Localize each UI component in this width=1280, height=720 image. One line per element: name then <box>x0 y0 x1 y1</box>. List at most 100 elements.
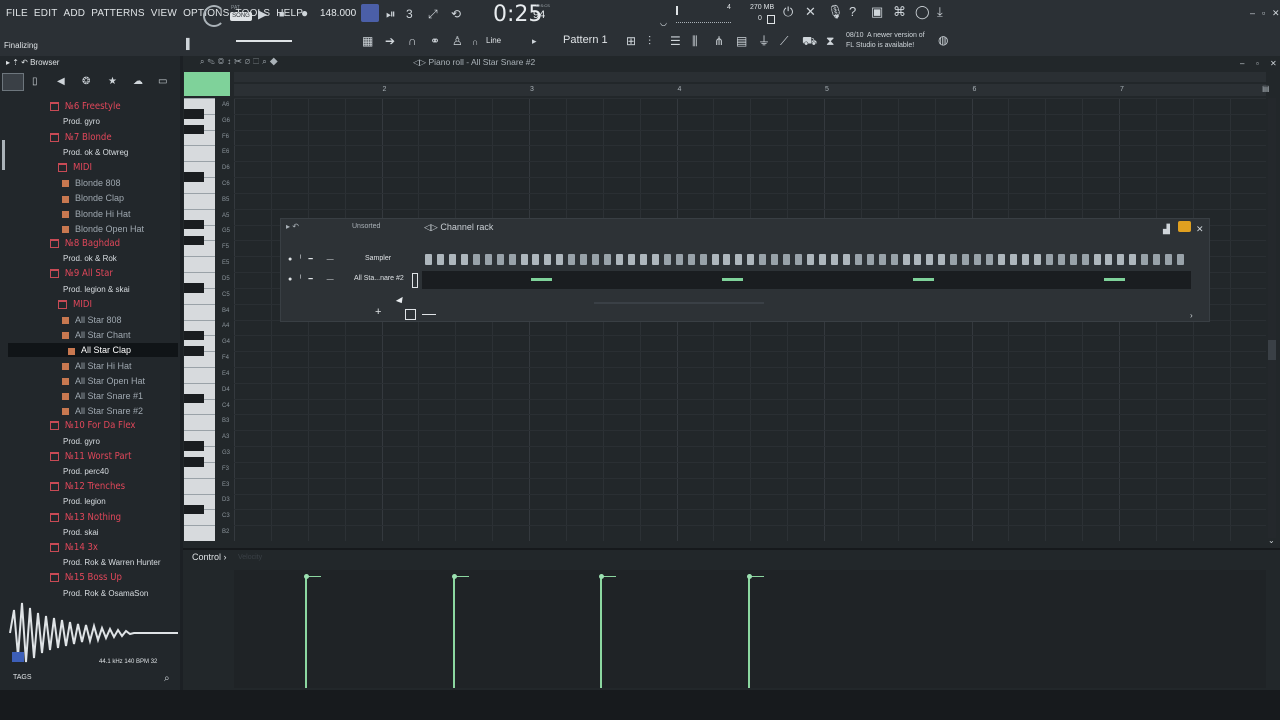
piano-black-key[interactable] <box>184 504 204 515</box>
browser-file[interactable]: All Star Hi Hat <box>62 359 132 373</box>
plugin-icon[interactable]: ⌘ <box>893 5 906 19</box>
metronome-loop-icon[interactable] <box>203 5 225 27</box>
ticket-icon[interactable]: ⧗ <box>826 34 834 48</box>
velocity-lane[interactable] <box>234 570 1266 688</box>
tags-label[interactable]: TAGS <box>13 674 32 681</box>
timeline-menu-icon[interactable]: ▤ <box>1262 84 1270 93</box>
step-button[interactable] <box>592 254 600 265</box>
scroll-down-icon[interactable]: ⌄ <box>1268 534 1275 548</box>
step-button[interactable] <box>1165 254 1173 265</box>
stop-icon[interactable]: ■ <box>279 7 284 21</box>
step-button[interactable] <box>1045 254 1053 265</box>
step-button[interactable] <box>854 254 862 265</box>
step-button[interactable] <box>807 254 814 265</box>
velocity-bar[interactable] <box>305 575 307 688</box>
step-button[interactable] <box>1129 254 1137 265</box>
step-button[interactable] <box>1177 254 1185 265</box>
velocity-bar[interactable] <box>453 575 455 688</box>
list-item-credit[interactable]: Prod. Rok & OsamaSon <box>63 587 148 596</box>
step-button[interactable] <box>711 254 719 265</box>
download-icon[interactable]: ⤓ <box>937 5 943 19</box>
step-button[interactable] <box>520 254 528 265</box>
browser-folder[interactable]: №10 For Da Flex <box>50 419 136 433</box>
step-button[interactable] <box>1069 254 1077 265</box>
step-button[interactable] <box>830 254 838 265</box>
pr-close-icon[interactable]: ✕ <box>1270 57 1277 71</box>
piano-black-key[interactable] <box>184 235 204 246</box>
list-item-credit[interactable]: Prod. skai <box>63 526 99 540</box>
minimize-icon[interactable]: – <box>1250 6 1255 20</box>
panic-icon[interactable]: ✕ <box>805 5 816 19</box>
add-channel-icon[interactable]: + <box>375 306 381 318</box>
wait-icon[interactable]: ⏯ <box>386 7 396 21</box>
step-button[interactable] <box>627 254 635 265</box>
step-button[interactable] <box>460 254 468 265</box>
step-button[interactable] <box>1009 254 1017 265</box>
browser-folder[interactable]: №7 Blonde <box>50 131 112 145</box>
snap-select[interactable]: Line <box>486 36 501 45</box>
step-button[interactable] <box>974 254 982 265</box>
browser-file[interactable]: All Star Open Hat <box>62 374 145 388</box>
browser-file[interactable]: Blonde 808 <box>62 176 121 190</box>
step-button[interactable] <box>425 254 432 265</box>
browser-folder[interactable]: MIDI <box>58 298 92 312</box>
stamp-icon[interactable]: ♙ <box>452 34 463 48</box>
piano-black-key[interactable] <box>184 330 204 341</box>
step-button[interactable] <box>639 254 647 265</box>
piano-black-key[interactable] <box>184 393 204 404</box>
menu-item-file[interactable]: FILE <box>6 8 28 19</box>
step-button[interactable] <box>914 254 922 265</box>
list-item-credit[interactable]: Prod. legion <box>63 495 106 509</box>
step-button[interactable] <box>651 254 659 265</box>
step-button[interactable] <box>818 254 826 265</box>
power-icon[interactable]: ⏻ <box>783 5 793 19</box>
piano-black-key[interactable] <box>184 124 204 135</box>
velocity-bar[interactable] <box>748 575 750 688</box>
help-icon[interactable]: ? <box>849 5 856 19</box>
step-button[interactable] <box>1021 254 1029 265</box>
piano-black-key[interactable] <box>184 172 204 182</box>
piano-black-key[interactable] <box>184 441 204 451</box>
channel-1-controls[interactable]: ●╵━ — <box>288 255 340 263</box>
step-button[interactable] <box>962 254 970 265</box>
close-icon[interactable]: ✕ <box>1272 6 1280 20</box>
microphone-icon[interactable]: 🎙 <box>827 5 844 19</box>
step-button[interactable] <box>1153 254 1161 265</box>
blend-icon[interactable]: ⤢ <box>428 7 438 21</box>
step-button[interactable] <box>1081 254 1089 265</box>
main-pitch-slider[interactable] <box>236 40 292 42</box>
chat-icon[interactable]: ◯ <box>915 5 930 19</box>
step-button[interactable] <box>890 254 898 265</box>
piano-black-key[interactable] <box>184 346 204 356</box>
step-button[interactable] <box>783 254 791 265</box>
browser-file[interactable]: All Star Clap <box>8 343 178 358</box>
brush-icon[interactable]: ⟋ <box>780 34 788 48</box>
browser-folder[interactable]: MIDI <box>58 161 92 175</box>
browser-folder[interactable]: №8 Baghdad <box>50 237 120 251</box>
speaker-icon[interactable]: ◀ <box>57 75 65 89</box>
step-button[interactable] <box>771 254 779 265</box>
master-volume-knob[interactable] <box>676 6 678 15</box>
step-button[interactable] <box>735 254 743 265</box>
channel-2-name[interactable]: All Sta...nare #2 <box>354 275 404 282</box>
browser-file[interactable]: All Star Snare #2 <box>62 404 143 418</box>
list-item-credit[interactable]: Prod. ok & Rok <box>63 252 117 266</box>
plug-icon[interactable]: ⏚ <box>758 34 770 48</box>
velocity-handle[interactable] <box>598 573 604 579</box>
arrow-right-icon[interactable]: ➔ <box>385 34 395 48</box>
star-icon[interactable]: ★ <box>108 75 117 89</box>
step-button[interactable] <box>496 254 504 265</box>
control-label[interactable]: Control › <box>192 552 227 562</box>
browser-folder[interactable]: №13 Nothing <box>50 511 121 525</box>
mixer-icon[interactable]: ⫼ <box>692 34 698 48</box>
snap-typing-button[interactable] <box>361 4 379 22</box>
step-button[interactable] <box>1033 254 1041 265</box>
step-button[interactable] <box>699 254 707 265</box>
velocity-handle[interactable] <box>303 573 309 579</box>
rack-close-icon[interactable]: ✕ <box>1196 222 1204 236</box>
step-button[interactable] <box>795 254 803 265</box>
browser-folder[interactable]: №6 Freestyle <box>50 100 121 114</box>
folder-icon[interactable]: ▭ <box>158 75 167 89</box>
tempo-display[interactable]: 148.000 <box>320 8 356 19</box>
channel-rack-icon[interactable]: ☰ <box>670 34 681 48</box>
